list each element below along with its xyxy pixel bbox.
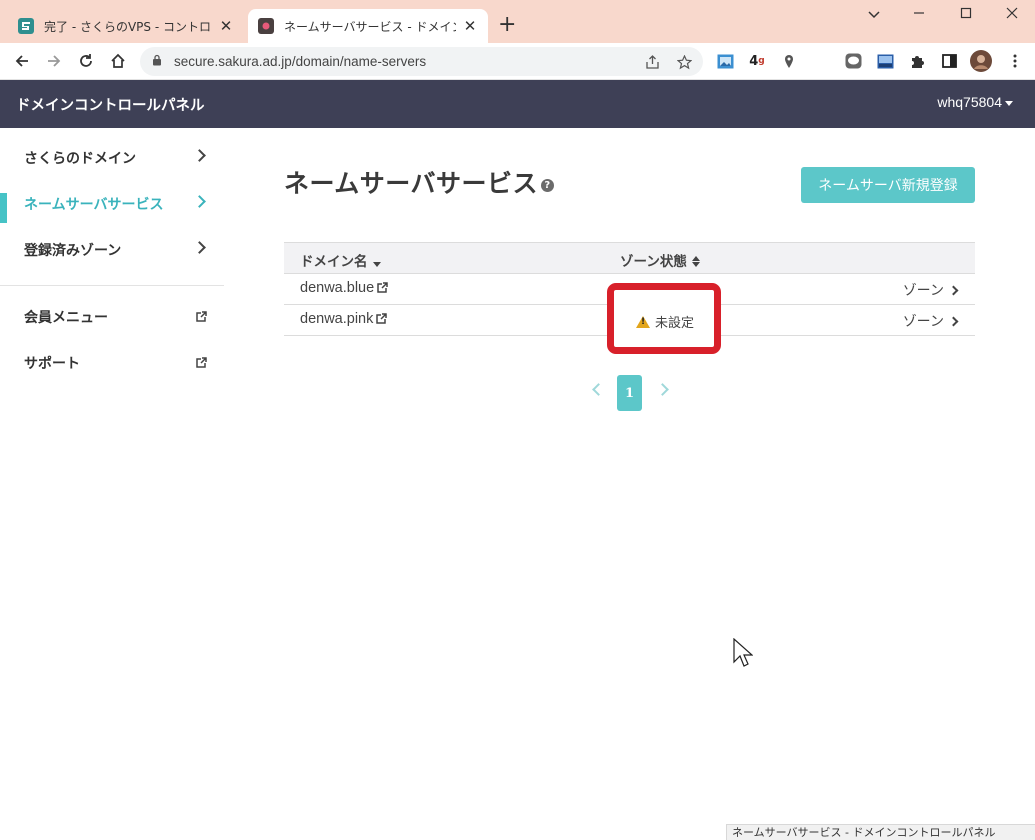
caret-down-icon bbox=[1005, 100, 1013, 106]
column-header-label: ドメイン名 bbox=[300, 254, 368, 270]
browser-tab-vps[interactable]: 完了 - さくらのVPS - コントロールパネ ✕ bbox=[8, 9, 244, 43]
sakura-domain-favicon bbox=[258, 18, 274, 34]
sidebar-item-label: ネームサーバサービス bbox=[24, 197, 164, 213]
new-tab-button[interactable]: + bbox=[498, 12, 516, 38]
profile-avatar[interactable] bbox=[970, 50, 992, 72]
close-tab-icon[interactable]: ✕ bbox=[218, 17, 234, 35]
tab-title: ネームサーバサービス - ドメインコントロ bbox=[284, 19, 456, 34]
mouse-cursor-icon bbox=[733, 638, 753, 667]
bookmark-star-icon[interactable] bbox=[675, 53, 693, 71]
home-icon[interactable] bbox=[106, 49, 130, 73]
chevron-right-icon bbox=[948, 285, 959, 296]
sidebar-item-label: 会員メニュー bbox=[24, 310, 108, 326]
page-title: ネームサーバサービス? bbox=[284, 164, 555, 200]
help-icon[interactable]: ? bbox=[541, 178, 555, 192]
chevron-right-icon bbox=[193, 195, 206, 208]
column-header-domain[interactable]: ドメイン名 bbox=[300, 250, 381, 270]
domain-link[interactable]: denwa.blue bbox=[300, 280, 388, 296]
chevron-right-icon bbox=[948, 316, 959, 327]
4g-extension-icon[interactable]: 4g bbox=[748, 52, 766, 70]
external-link-icon bbox=[196, 311, 207, 322]
sidebar: さくらのドメイン ネームサーバサービス 登録済みゾーン 会員メニュー サポート bbox=[0, 128, 224, 386]
chevron-left-icon[interactable] bbox=[592, 383, 605, 396]
zone-link[interactable]: ゾーン bbox=[902, 311, 959, 331]
domain-name: denwa.pink bbox=[300, 311, 374, 327]
tab-search-icon[interactable] bbox=[859, 4, 889, 26]
username: whq75804 bbox=[937, 94, 1002, 110]
chevron-right-icon bbox=[193, 149, 206, 162]
reload-icon[interactable] bbox=[74, 49, 98, 73]
puzzle-icon[interactable] bbox=[908, 52, 926, 70]
address-bar[interactable]: secure.sakura.ad.jp/domain/name-servers bbox=[140, 47, 703, 76]
external-link-icon bbox=[376, 313, 388, 324]
column-header-zone-status[interactable]: ゾーン状態 bbox=[620, 250, 700, 270]
tab-title: 完了 - さくらのVPS - コントロールパネ bbox=[44, 19, 212, 34]
page-title-text: ネームサーバサービス bbox=[284, 169, 539, 198]
browser-toolbar: secure.sakura.ad.jp/domain/name-servers … bbox=[0, 43, 1035, 80]
highlight-annotation bbox=[607, 283, 721, 354]
browser-tab-strip: 完了 - さくらのVPS - コントロールパネ ✕ ネームサーバサービス - ド… bbox=[0, 0, 1035, 43]
domain-link[interactable]: denwa.pink bbox=[300, 311, 388, 327]
back-icon[interactable] bbox=[10, 49, 34, 73]
domain-name: denwa.blue bbox=[300, 280, 375, 296]
chevron-right-icon bbox=[193, 241, 206, 254]
status-bar: ネームサーバサービス - ドメインコントロールパネル bbox=[726, 824, 1035, 840]
app-title[interactable]: ドメインコントロールパネル bbox=[16, 94, 205, 115]
sort-icon bbox=[691, 256, 700, 267]
kebab-menu-icon[interactable] bbox=[1006, 52, 1024, 70]
page-current[interactable]: 1 bbox=[617, 375, 642, 411]
sidebar-item-support[interactable]: サポート bbox=[0, 340, 224, 386]
location-pin-icon[interactable] bbox=[780, 52, 798, 70]
sidebar-item-registered-zones[interactable]: 登録済みゾーン bbox=[0, 227, 224, 273]
minimize-icon[interactable] bbox=[904, 4, 934, 26]
sidebar-item-label: 登録済みゾーン bbox=[24, 243, 122, 259]
line-icon[interactable] bbox=[844, 52, 862, 70]
column-header-label: ゾーン状態 bbox=[620, 254, 687, 270]
lock-icon[interactable] bbox=[152, 54, 162, 70]
chevron-right-icon[interactable] bbox=[656, 383, 669, 396]
close-tab-icon[interactable]: ✕ bbox=[462, 17, 478, 35]
pagination: 1 bbox=[584, 375, 684, 411]
share-icon[interactable] bbox=[643, 53, 661, 71]
sidebar-item-label: サポート bbox=[24, 356, 80, 372]
sidebar-item-label: さくらのドメイン bbox=[24, 151, 136, 167]
sidebar-item-sakura-domain[interactable]: さくらのドメイン bbox=[0, 135, 224, 181]
forward-icon[interactable] bbox=[42, 49, 66, 73]
app-header: ドメインコントロールパネル whq75804 bbox=[0, 80, 1035, 128]
user-menu[interactable]: whq75804 bbox=[937, 94, 1013, 110]
sidebar-item-member-menu[interactable]: 会員メニュー bbox=[0, 294, 224, 340]
url-text: secure.sakura.ad.jp/domain/name-servers bbox=[174, 54, 427, 69]
sidebar-divider bbox=[0, 285, 224, 286]
zone-link-label: ゾーン bbox=[902, 283, 944, 299]
sidepanel-icon[interactable] bbox=[940, 52, 958, 70]
sidebar-item-name-server-service[interactable]: ネームサーバサービス bbox=[0, 181, 224, 227]
browser-tab-domain[interactable]: ネームサーバサービス - ドメインコントロ ✕ bbox=[248, 9, 488, 43]
image-extension-icon[interactable] bbox=[716, 52, 734, 70]
zone-link-label: ゾーン bbox=[902, 314, 944, 330]
external-link-icon bbox=[196, 357, 207, 368]
external-link-icon bbox=[377, 282, 388, 293]
sort-down-icon bbox=[372, 262, 381, 267]
new-name-server-button[interactable]: ネームサーバ新規登録 bbox=[801, 167, 975, 203]
media-extension-icon[interactable] bbox=[876, 52, 894, 70]
maximize-icon[interactable] bbox=[951, 4, 981, 26]
zone-link[interactable]: ゾーン bbox=[902, 280, 959, 300]
sakura-vps-favicon bbox=[18, 18, 34, 34]
window-close-icon[interactable] bbox=[997, 4, 1027, 26]
table-header: ドメイン名 ゾーン状態 bbox=[284, 242, 975, 274]
